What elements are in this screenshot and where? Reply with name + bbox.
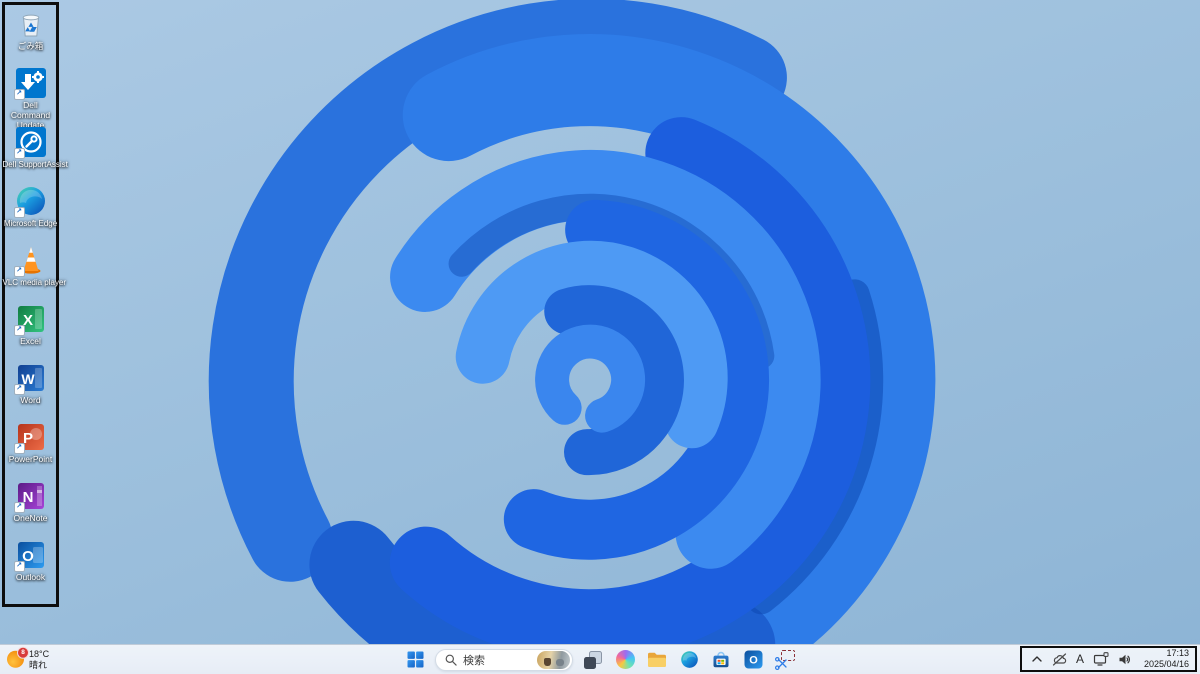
outlook-icon: O — [744, 650, 762, 669]
desktop-icon-outlook[interactable]: O ↗ Outlook — [5, 539, 56, 598]
clock[interactable]: 17:13 2025/04/16 — [1144, 648, 1189, 671]
task-view-button[interactable] — [581, 648, 605, 672]
edge-icon — [680, 651, 698, 668]
shortcut-arrow-icon: ↗ — [13, 207, 25, 218]
annotation-box-desktop-icons: ごみ箱 ↗ Dell Command Update ↗ Dell Support… — [2, 2, 68, 607]
shortcut-arrow-icon: ↗ — [13, 502, 25, 513]
desktop-icon-label: Outlook — [15, 572, 46, 582]
svg-text:O: O — [749, 655, 758, 667]
desktop-icon-dell-command-update[interactable]: ↗ Dell Command Update — [5, 67, 56, 129]
desktop-icon-dell-supportassist[interactable]: ↗ Dell SupportAssist — [2, 126, 68, 185]
recycle-bin-icon — [15, 8, 47, 40]
word-icon: W ↗ — [13, 362, 47, 395]
weather-condition: 晴れ — [29, 659, 48, 670]
chevron-up-icon — [1032, 656, 1042, 662]
taskbar: 8 18°C 晴れ 検索 O A 17:13 2025/04/16 — [0, 644, 1200, 674]
desktop-icon-label: PowerPoint — [8, 454, 53, 464]
file-explorer-icon — [648, 652, 666, 667]
start-button[interactable] — [403, 648, 427, 672]
microsoft-store-button[interactable] — [709, 648, 733, 672]
desktop-icon-label: Microsoft Edge — [3, 219, 58, 228]
copilot-button[interactable] — [613, 648, 637, 672]
desktop-icon-vlc-media-player[interactable]: ↗ VLC media player — [2, 244, 67, 303]
copilot-icon — [615, 650, 635, 669]
edge-button[interactable] — [677, 648, 701, 672]
desktop-icon-recycle-bin[interactable]: ごみ箱 — [5, 8, 56, 67]
shortcut-arrow-icon: ↗ — [13, 561, 25, 572]
desktop-icon-label: ごみ箱 — [17, 41, 44, 51]
outlook-button[interactable]: O — [741, 648, 765, 672]
weather-widget[interactable]: 8 18°C 晴れ — [7, 647, 50, 671]
desktop-icon-label: VLC media player — [2, 278, 67, 287]
clock-date: 2025/04/16 — [1143, 659, 1189, 669]
desktop-icon-word[interactable]: W ↗ Word — [5, 362, 56, 421]
search-box[interactable]: 検索 — [435, 648, 573, 671]
volume-tray-button[interactable] — [1118, 653, 1133, 666]
ethernet-icon — [1093, 652, 1109, 666]
windows-logo-icon — [407, 651, 423, 668]
weather-sun-icon: 8 — [7, 647, 29, 668]
shortcut-arrow-icon: ↗ — [13, 148, 25, 159]
microsoft-store-icon — [713, 651, 729, 668]
desktop-icon-label: OneNote — [13, 513, 48, 523]
desktop-icon-label: Excel — [20, 336, 41, 346]
vlc-media-player-icon: ↗ — [13, 244, 47, 277]
shortcut-arrow-icon: ↗ — [13, 325, 25, 336]
system-tray: A 17:13 2025/04/16 — [1019, 646, 1197, 672]
shortcut-arrow-icon: ↗ — [13, 384, 25, 395]
onenote-icon: N ↗ — [13, 480, 47, 513]
bloom-flower-graphic — [208, 0, 936, 674]
hidden-icons-chevron-button[interactable] — [1031, 655, 1043, 663]
shortcut-arrow-icon: ↗ — [13, 443, 25, 454]
outlook-icon: O ↗ — [13, 539, 47, 572]
desktop-icon-powerpoint[interactable]: P ↗ PowerPoint — [5, 421, 56, 480]
powerpoint-icon: P ↗ — [13, 421, 47, 454]
onedrive-tray-button[interactable] — [1052, 652, 1067, 666]
desktop-wallpaper — [0, 0, 1200, 674]
onedrive-slash-icon — [1052, 652, 1067, 666]
desktop-icon-label: Dell SupportAssist — [2, 160, 68, 169]
snipping-tool-button[interactable] — [773, 648, 797, 672]
desktop-icon-onenote[interactable]: N ↗ OneNote — [5, 480, 56, 539]
desktop-icon-excel[interactable]: X ↗ Excel — [5, 303, 56, 362]
clock-time: 17:13 — [1166, 647, 1189, 658]
weather-temperature: 18°C — [29, 648, 50, 659]
speaker-icon — [1119, 654, 1130, 664]
microsoft-edge-icon: ↗ — [13, 185, 47, 218]
dell-supportassist-icon: ↗ — [13, 126, 47, 159]
file-explorer-button[interactable] — [645, 648, 669, 672]
shortcut-arrow-icon: ↗ — [13, 89, 25, 100]
shortcut-arrow-icon: ↗ — [13, 266, 25, 277]
ime-mode-button[interactable]: A — [1076, 652, 1084, 666]
taskbar-center: 検索 O — [403, 648, 797, 672]
network-tray-button[interactable] — [1093, 652, 1109, 666]
search-placeholder: 検索 — [463, 654, 485, 667]
desktop-icon-microsoft-edge[interactable]: ↗ Microsoft Edge — [3, 185, 58, 244]
weather-badge: 8 — [17, 647, 29, 659]
search-icon — [445, 654, 457, 666]
search-highlight-image[interactable] — [537, 650, 570, 669]
excel-icon: X ↗ — [13, 303, 47, 336]
dell-command-update-icon: ↗ — [13, 67, 47, 100]
desktop-icon-label: Word — [20, 395, 41, 405]
